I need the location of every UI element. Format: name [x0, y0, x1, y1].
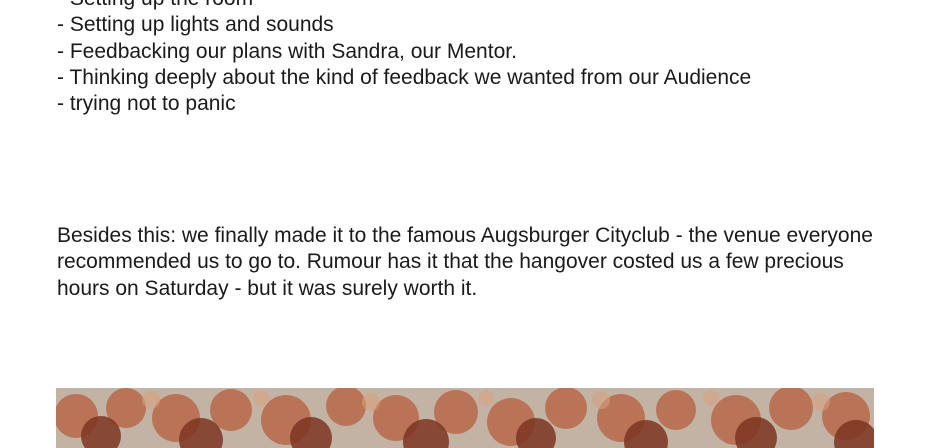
list-item: - Setting up the room — [57, 0, 751, 12]
foliage-illustration — [56, 388, 874, 448]
autumn-trees-photo — [56, 388, 874, 448]
body-paragraph: Besides this: we finally made it to the … — [57, 224, 873, 300]
task-list: - Setting up the room - Setting up light… — [57, 0, 751, 117]
document-page: - Setting up the room - Setting up light… — [0, 0, 930, 448]
list-item: - Setting up lights and sounds — [57, 13, 334, 37]
list-item: - trying not to panic — [57, 92, 236, 116]
list-item: - Feedbacking our plans with Sandra, our… — [57, 39, 517, 63]
list-item: - Thinking deeply about the kind of feed… — [57, 65, 752, 89]
